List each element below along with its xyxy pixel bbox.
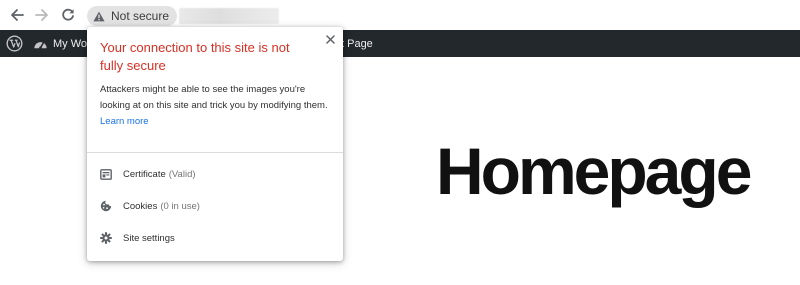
cookie-icon [100, 200, 112, 212]
security-chip-label: Not secure [111, 9, 170, 23]
browser-window: Not secure My Wo t Page Homepage Your co… [0, 0, 800, 285]
warning-triangle-icon [93, 11, 105, 22]
dashboard-gauge-icon [34, 41, 47, 50]
popup-divider [87, 152, 343, 153]
cookies-count: (0 in use) [160, 200, 200, 212]
close-button[interactable] [323, 32, 337, 46]
site-settings-label: Site settings [123, 232, 175, 244]
certificate-label: Certificate [123, 168, 166, 180]
wordpress-logo-icon[interactable] [6, 35, 23, 52]
address-bar[interactable]: Not secure [84, 4, 800, 27]
arrow-left-icon [11, 9, 24, 21]
arrow-right-icon [35, 9, 48, 21]
forward-button[interactable] [32, 5, 52, 25]
page-title: Homepage [436, 134, 752, 208]
admin-bar-my-site-label: My Wo [53, 37, 88, 50]
reload-button[interactable] [58, 5, 78, 25]
browser-toolbar: Not secure [0, 0, 800, 30]
close-icon [325, 34, 335, 44]
description-text: Attackers might be able to see the image… [100, 84, 328, 111]
url-text-redacted[interactable] [179, 8, 279, 24]
admin-bar-my-site[interactable]: My Wo [33, 30, 87, 57]
certificate-icon [100, 168, 112, 180]
admin-bar-edit-page[interactable]: t Page [341, 30, 373, 57]
certificate-row[interactable]: Certificate (Valid) [87, 160, 343, 188]
cookies-label: Cookies [123, 200, 158, 212]
cookies-row[interactable]: Cookies (0 in use) [87, 192, 343, 220]
reload-icon [62, 8, 74, 21]
admin-bar-edit-page-label: t Page [341, 37, 373, 50]
learn-more-link[interactable]: Learn more [100, 116, 149, 127]
site-info-popup: Your connection to this site is not full… [87, 27, 343, 261]
gear-icon [100, 232, 112, 244]
certificate-status: (Valid) [168, 168, 196, 180]
security-status-chip[interactable]: Not secure [87, 6, 178, 26]
connection-warning-description: Attackers might be able to see the image… [100, 82, 332, 130]
site-settings-row[interactable]: Site settings [87, 224, 343, 252]
connection-warning-title: Your connection to this site is not full… [100, 40, 290, 73]
back-button[interactable] [7, 5, 27, 25]
